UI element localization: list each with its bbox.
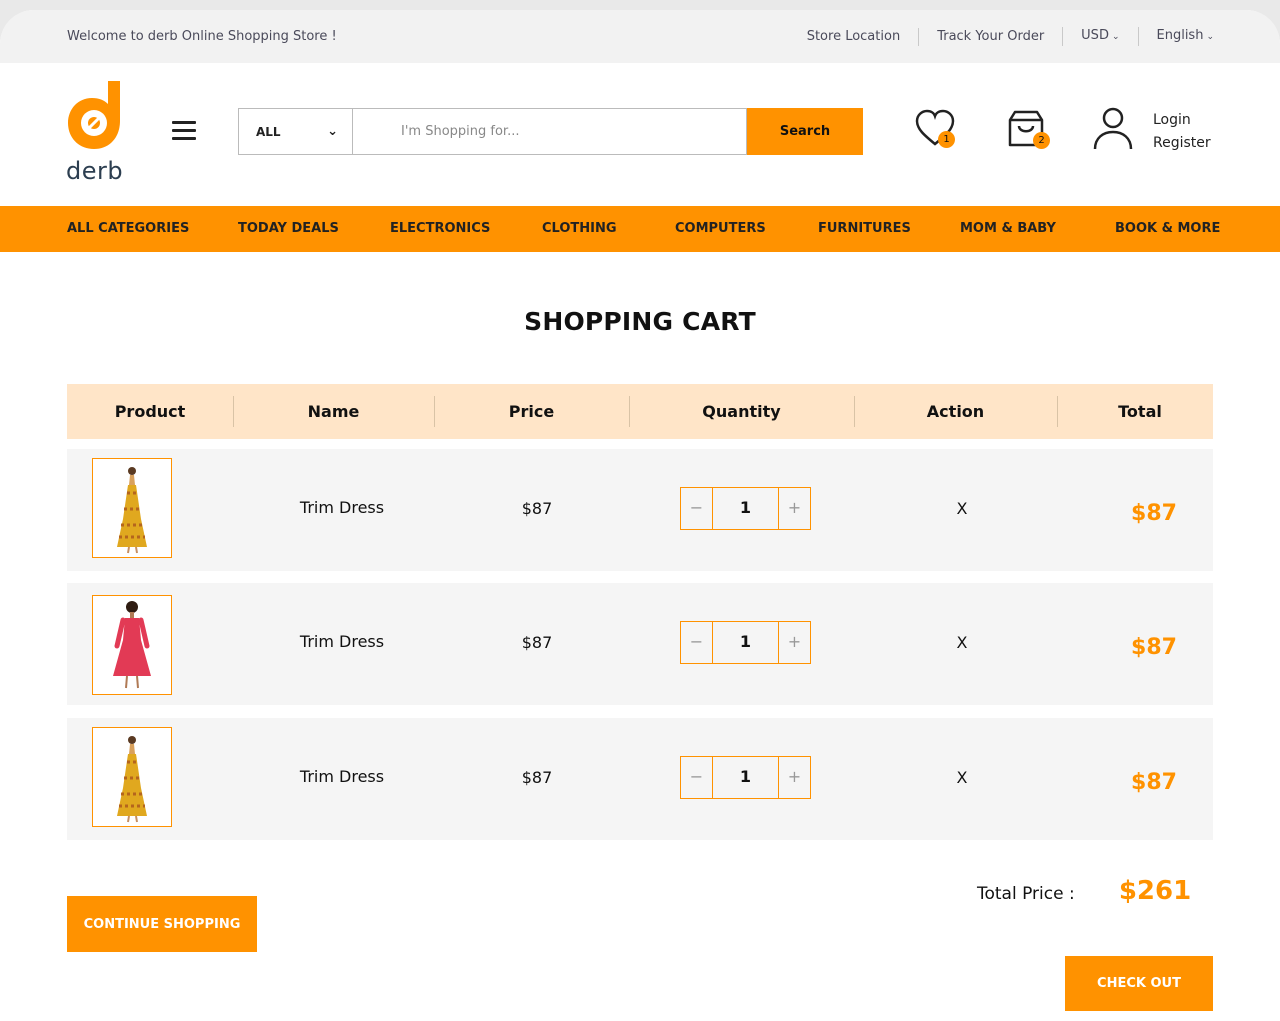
remove-button[interactable]: X bbox=[947, 499, 977, 518]
header-action: Action bbox=[926, 402, 985, 421]
nav-item-mom-baby[interactable]: MOM & BABY bbox=[960, 221, 1056, 236]
header: derb ALL ⌄ Search 1 2 bbox=[0, 63, 1280, 206]
top-links: Store Location Track Your Order USD ⌄ Eng… bbox=[789, 27, 1214, 46]
remove-button[interactable]: X bbox=[947, 768, 977, 787]
quantity-stepper: − 1 + bbox=[680, 756, 811, 799]
top-bar: Welcome to derb Online Shopping Store ! … bbox=[0, 10, 1280, 63]
page-title: SHOPPING CART bbox=[524, 307, 756, 336]
category-select[interactable]: ALL ⌄ bbox=[238, 108, 353, 155]
header-product: Product bbox=[114, 402, 186, 421]
currency-select[interactable]: USD ⌄ bbox=[1062, 27, 1137, 46]
page: Welcome to derb Online Shopping Store ! … bbox=[0, 10, 1280, 1021]
dress-yellow-image bbox=[117, 736, 147, 823]
cart-badge: 2 bbox=[1033, 132, 1050, 149]
language-select[interactable]: English ⌄ bbox=[1137, 27, 1214, 46]
header-total: Total bbox=[1118, 402, 1162, 421]
login-link[interactable]: Login bbox=[1153, 109, 1211, 132]
product-thumbnail[interactable] bbox=[92, 595, 172, 695]
user-icon[interactable] bbox=[1092, 105, 1134, 151]
nav-item-today-deals[interactable]: TODAY DEALS bbox=[238, 221, 339, 236]
product-name: Trim Dress bbox=[299, 498, 385, 517]
header-name: Name bbox=[307, 402, 360, 421]
quantity-value[interactable]: 1 bbox=[712, 622, 779, 663]
header-price: Price bbox=[508, 402, 555, 421]
decrease-button[interactable]: − bbox=[681, 488, 712, 529]
cart-button[interactable]: 2 bbox=[1006, 107, 1054, 155]
checkout-button[interactable]: CHECK OUT bbox=[1065, 956, 1213, 1011]
decrease-button[interactable]: − bbox=[681, 757, 712, 798]
logo-text: derb bbox=[66, 157, 124, 185]
language-label: English bbox=[1156, 28, 1204, 43]
continue-shopping-button[interactable]: CONTINUE SHOPPING bbox=[67, 896, 257, 952]
decrease-button[interactable]: − bbox=[681, 622, 712, 663]
nav-item-clothing[interactable]: CLOTHING bbox=[542, 221, 617, 236]
category-label: ALL bbox=[256, 124, 281, 139]
chevron-down-icon: ⌄ bbox=[1206, 32, 1214, 42]
total-price-value: $261 bbox=[1118, 876, 1192, 906]
product-name: Trim Dress bbox=[299, 632, 385, 651]
quantity-value[interactable]: 1 bbox=[712, 757, 779, 798]
search-input[interactable] bbox=[353, 108, 747, 155]
increase-button[interactable]: + bbox=[779, 757, 810, 798]
quantity-stepper: − 1 + bbox=[680, 487, 811, 530]
register-link[interactable]: Register bbox=[1153, 132, 1211, 155]
product-thumbnail[interactable] bbox=[92, 727, 172, 827]
cart-row: Trim Dress $87 − 1 + X $87 bbox=[67, 583, 1213, 705]
total-price-label: Total Price : bbox=[977, 884, 1075, 904]
chevron-down-icon: ⌄ bbox=[327, 124, 338, 139]
increase-button[interactable]: + bbox=[779, 488, 810, 529]
cart-row: Trim Dress $87 − 1 + X $87 bbox=[67, 718, 1213, 840]
row-total: $87 bbox=[1131, 635, 1177, 660]
track-order-link[interactable]: Track Your Order bbox=[918, 27, 1062, 46]
welcome-text: Welcome to derb Online Shopping Store ! bbox=[67, 29, 337, 44]
wishlist-badge: 1 bbox=[938, 131, 955, 148]
nav-item-book-more[interactable]: BOOK & MORE bbox=[1115, 221, 1220, 236]
cart-table-header: Product Name Price Quantity Action Total bbox=[67, 384, 1213, 439]
auth-links: Login Register bbox=[1153, 109, 1211, 155]
quantity-stepper: − 1 + bbox=[680, 621, 811, 664]
nav-item-furnitures[interactable]: FURNITURES bbox=[818, 221, 911, 236]
chevron-down-icon: ⌄ bbox=[1111, 32, 1120, 42]
product-thumbnail[interactable] bbox=[92, 458, 172, 558]
nav-item-electronics[interactable]: ELECTRONICS bbox=[390, 221, 490, 236]
wishlist-button[interactable]: 1 bbox=[914, 107, 960, 153]
cart-row: Trim Dress $87 − 1 + X $87 bbox=[67, 449, 1213, 571]
nav-item-all-categories[interactable]: ALL CATEGORIES bbox=[67, 221, 189, 236]
product-price: $87 bbox=[521, 499, 553, 518]
product-price: $87 bbox=[521, 768, 553, 787]
row-total: $87 bbox=[1131, 770, 1177, 795]
product-price: $87 bbox=[521, 633, 553, 652]
dress-yellow-image bbox=[117, 467, 147, 554]
quantity-value[interactable]: 1 bbox=[712, 488, 779, 529]
remove-button[interactable]: X bbox=[947, 633, 977, 652]
header-quantity: Quantity bbox=[702, 402, 781, 421]
category-nav: ALL CATEGORIES TODAY DEALS ELECTRONICS C… bbox=[0, 206, 1280, 252]
product-name: Trim Dress bbox=[299, 767, 385, 786]
dress-pink-image bbox=[113, 601, 151, 689]
currency-label: USD bbox=[1081, 28, 1109, 43]
store-location-link[interactable]: Store Location bbox=[789, 28, 918, 46]
menu-icon[interactable] bbox=[172, 121, 196, 141]
search-bar: ALL ⌄ Search bbox=[238, 108, 863, 155]
search-button[interactable]: Search bbox=[747, 108, 863, 155]
increase-button[interactable]: + bbox=[779, 622, 810, 663]
nav-item-computers[interactable]: COMPUTERS bbox=[675, 221, 766, 236]
row-total: $87 bbox=[1131, 501, 1177, 526]
